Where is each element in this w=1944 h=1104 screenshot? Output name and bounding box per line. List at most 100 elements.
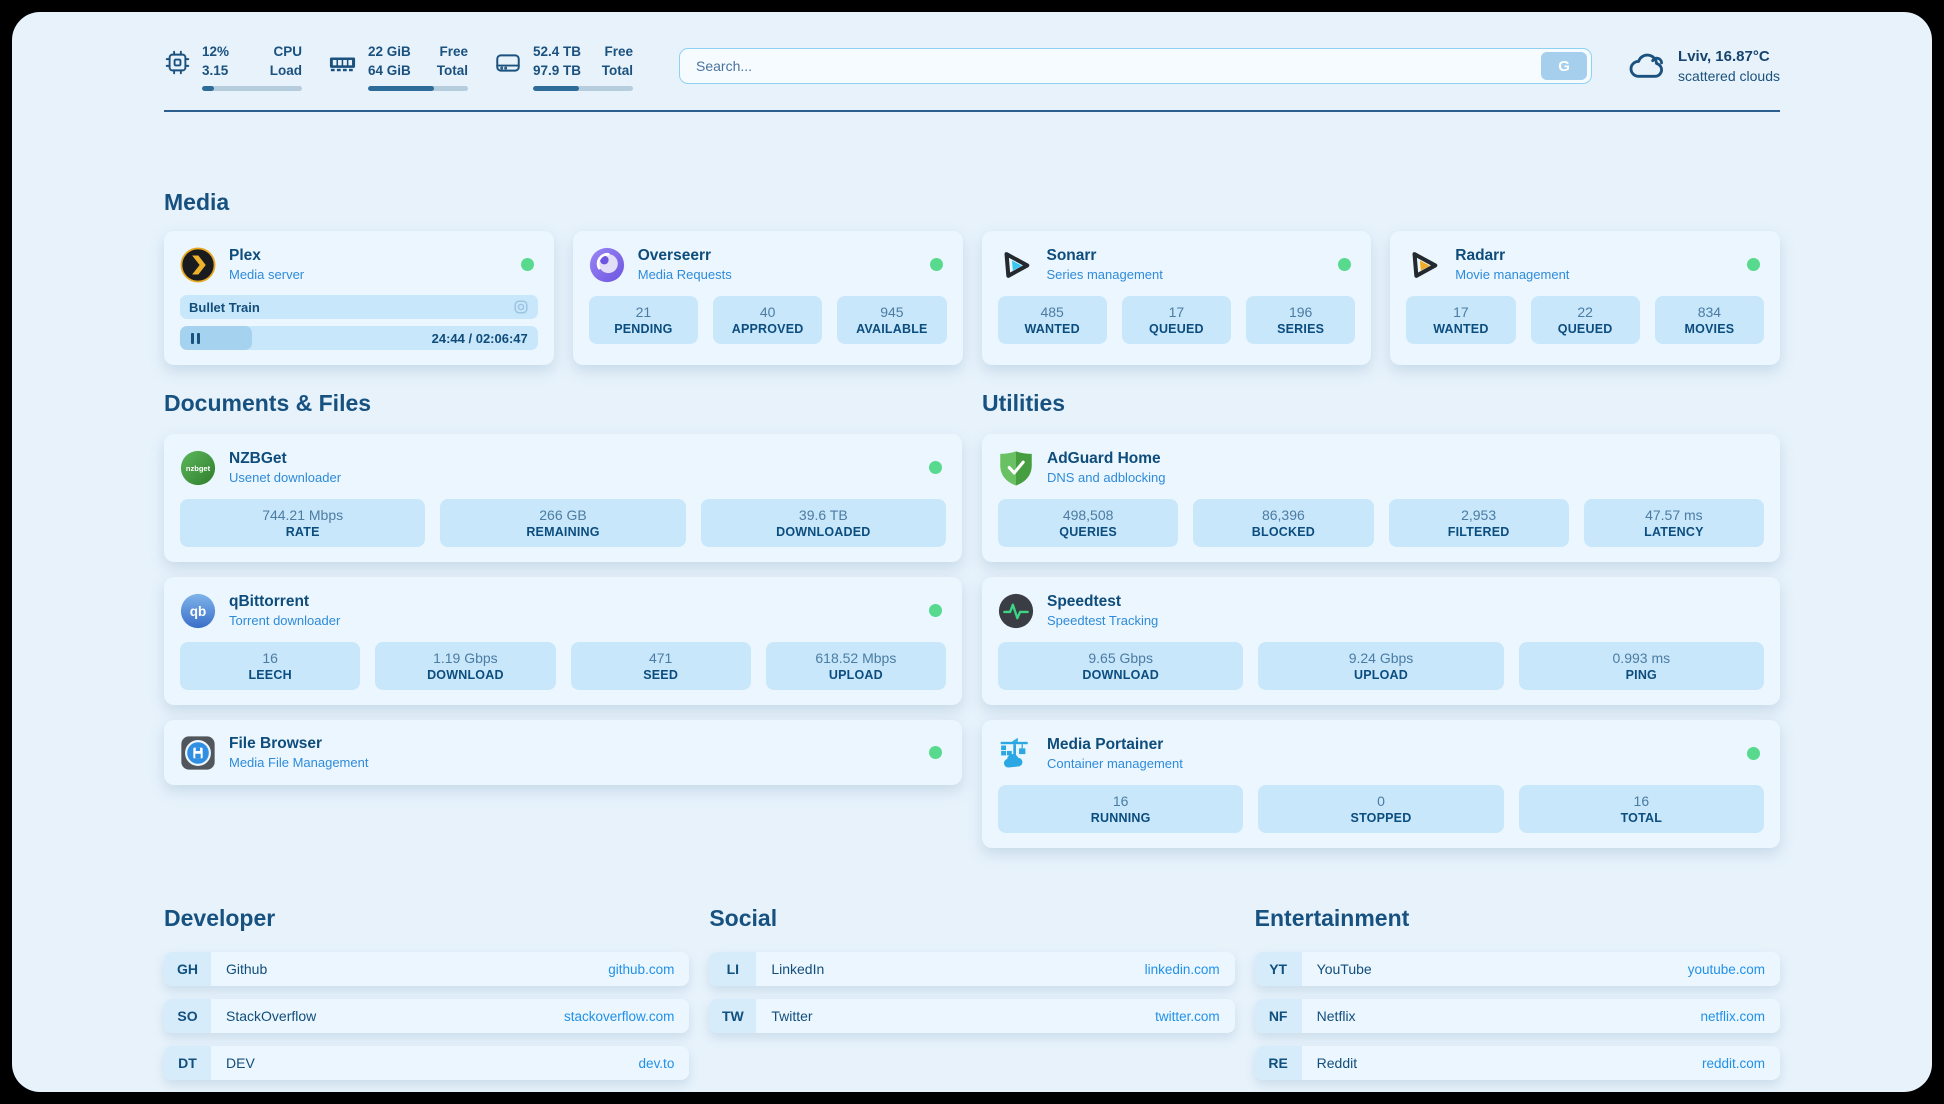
- link-badge: NF: [1255, 999, 1302, 1033]
- status-dot: [929, 746, 942, 759]
- developer-section: Developer GH Github github.com SO StackO…: [164, 904, 689, 1080]
- stat-running: 16 RUNNING: [998, 785, 1243, 833]
- app-title: Media Portainer: [1047, 735, 1183, 754]
- playback-time: 24:44 / 02:06:47: [432, 331, 528, 346]
- stat-pending: 21 PENDING: [589, 296, 698, 344]
- status-dot: [521, 258, 534, 271]
- app-subtitle: DNS and adblocking: [1047, 470, 1166, 486]
- weather-condition: scattered clouds: [1678, 67, 1780, 86]
- plex-icon: [180, 247, 216, 283]
- app-card-adguard[interactable]: AdGuard Home DNS and adblocking 498,508 …: [982, 434, 1780, 562]
- radarr-icon: [1406, 247, 1442, 283]
- ram-total: 64 GiB: [368, 61, 411, 80]
- status-dot: [1338, 258, 1351, 271]
- disk-progress-fill: [533, 86, 579, 91]
- link-youtube[interactable]: YT YouTube youtube.com: [1255, 952, 1780, 986]
- app-subtitle: Torrent downloader: [229, 613, 340, 629]
- app-subtitle: Container management: [1047, 756, 1183, 772]
- app-card-plex[interactable]: Plex Media server Bullet Train 24:44 / 0…: [164, 231, 554, 365]
- app-subtitle: Media server: [229, 267, 304, 283]
- session-settings-icon[interactable]: [513, 299, 529, 315]
- link-stackoverflow[interactable]: SO StackOverflow stackoverflow.com: [164, 999, 689, 1033]
- disk-progress-track: [533, 86, 633, 91]
- status-dot: [929, 604, 942, 617]
- stat-downloaded: 39.6 TB DOWNLOADED: [701, 499, 946, 547]
- section-title-utilities: Utilities: [982, 389, 1780, 418]
- app-subtitle: Series management: [1047, 267, 1163, 283]
- filebrowser-icon: [180, 735, 216, 771]
- app-subtitle: Speedtest Tracking: [1047, 613, 1158, 629]
- link-netflix[interactable]: NF Netflix netflix.com: [1255, 999, 1780, 1033]
- stat-available: 945 AVAILABLE: [837, 296, 946, 344]
- app-card-filebrowser[interactable]: File Browser Media File Management: [164, 720, 962, 785]
- disk-monitor: 52.4 TB 97.9 TB Free Total: [494, 42, 633, 91]
- app-title: AdGuard Home: [1047, 449, 1166, 468]
- section-title-social: Social: [709, 904, 1234, 933]
- portainer-icon: [998, 736, 1034, 772]
- stat-wanted: 485 WANTED: [998, 296, 1107, 344]
- link-github[interactable]: GH Github github.com: [164, 952, 689, 986]
- app-card-sonarr[interactable]: Sonarr Series management 485 WANTED 17 Q…: [982, 231, 1372, 365]
- stat-queued: 17 QUEUED: [1122, 296, 1231, 344]
- search-bar[interactable]: G: [679, 48, 1592, 84]
- link-linkedin[interactable]: LI LinkedIn linkedin.com: [709, 952, 1234, 986]
- link-dev[interactable]: DT DEV dev.to: [164, 1046, 689, 1080]
- link-twitter[interactable]: TW Twitter twitter.com: [709, 999, 1234, 1033]
- ram-free: 22 GiB: [368, 42, 411, 61]
- disk-total: 97.9 TB: [533, 61, 581, 80]
- app-card-nzbget[interactable]: nzbget NZBGet Usenet downloader 744.21 M…: [164, 434, 962, 562]
- link-reddit[interactable]: RE Reddit reddit.com: [1255, 1046, 1780, 1080]
- playback-progress-bar[interactable]: 24:44 / 02:06:47: [180, 326, 538, 350]
- app-title: Sonarr: [1047, 246, 1163, 265]
- cpu-load-avg: 3.15: [202, 61, 229, 80]
- ram-progress-track: [368, 86, 468, 91]
- utilities-column: Utilities AdGuard Home DNS and adblockin…: [982, 389, 1780, 848]
- app-title: Radarr: [1455, 246, 1569, 265]
- app-card-portainer[interactable]: Media Portainer Container management 16 …: [982, 720, 1780, 848]
- weather-widget: Lviv, 16.87°C scattered clouds: [1628, 47, 1780, 86]
- adguard-icon: [998, 450, 1034, 486]
- stat-blocked: 86,396 BLOCKED: [1193, 499, 1373, 547]
- pause-icon[interactable]: [191, 333, 200, 344]
- link-badge: GH: [164, 952, 211, 986]
- stat-ping: 0.993 ms PING: [1519, 642, 1764, 690]
- sonarr-icon: [998, 247, 1034, 283]
- app-title: Speedtest: [1047, 592, 1158, 611]
- entertainment-section: Entertainment YT YouTube youtube.com NF …: [1255, 904, 1780, 1080]
- google-search-button[interactable]: G: [1541, 52, 1587, 80]
- cpu-icon: [164, 49, 191, 76]
- stat-remaining: 266 GB REMAINING: [440, 499, 685, 547]
- stat-download: 1.19 Gbps DOWNLOAD: [375, 642, 555, 690]
- svg-text:qb: qb: [190, 603, 207, 618]
- disk-label-2: Total: [602, 61, 633, 80]
- link-badge: LI: [709, 952, 756, 986]
- link-badge: RE: [1255, 1046, 1302, 1080]
- disk-free: 52.4 TB: [533, 42, 581, 61]
- status-dot: [1747, 747, 1760, 760]
- stat-download: 9.65 Gbps DOWNLOAD: [998, 642, 1243, 690]
- app-card-radarr[interactable]: Radarr Movie management 17 WANTED 22 QUE…: [1390, 231, 1780, 365]
- app-card-overseerr[interactable]: Overseerr Media Requests 21 PENDING 40 A…: [573, 231, 963, 365]
- now-playing-row: Bullet Train: [180, 295, 538, 319]
- search-input[interactable]: [694, 57, 1541, 75]
- stat-latency: 47.57 ms LATENCY: [1584, 499, 1764, 547]
- cpu-usage: 12%: [202, 42, 229, 61]
- stat-queries: 498,508 QUERIES: [998, 499, 1178, 547]
- documents-column: Documents & Files nzbget NZBGet Usenet d…: [164, 389, 962, 785]
- weather-location-temp: Lviv, 16.87°C: [1678, 47, 1780, 67]
- section-title-documents: Documents & Files: [164, 389, 962, 418]
- cpu-monitor: 12% 3.15 CPU Load: [164, 42, 302, 91]
- dashboard-panel: 12% 3.15 CPU Load: [12, 12, 1932, 1092]
- memory-monitor: 22 GiB 64 GiB Free Total: [328, 42, 468, 91]
- app-card-speedtest[interactable]: Speedtest Speedtest Tracking 9.65 Gbps D…: [982, 577, 1780, 705]
- section-title-developer: Developer: [164, 904, 689, 933]
- nzbget-icon: nzbget: [180, 450, 216, 486]
- ram-label-2: Total: [437, 61, 468, 80]
- cpu-progress-track: [202, 86, 302, 91]
- disk-icon: [494, 49, 522, 77]
- link-badge: SO: [164, 999, 211, 1033]
- link-badge: TW: [709, 999, 756, 1033]
- app-subtitle: Media Requests: [638, 267, 732, 283]
- app-card-qbittorrent[interactable]: qb qBittorrent Torrent downloader 16 LEE…: [164, 577, 962, 705]
- speedtest-icon: [998, 593, 1034, 629]
